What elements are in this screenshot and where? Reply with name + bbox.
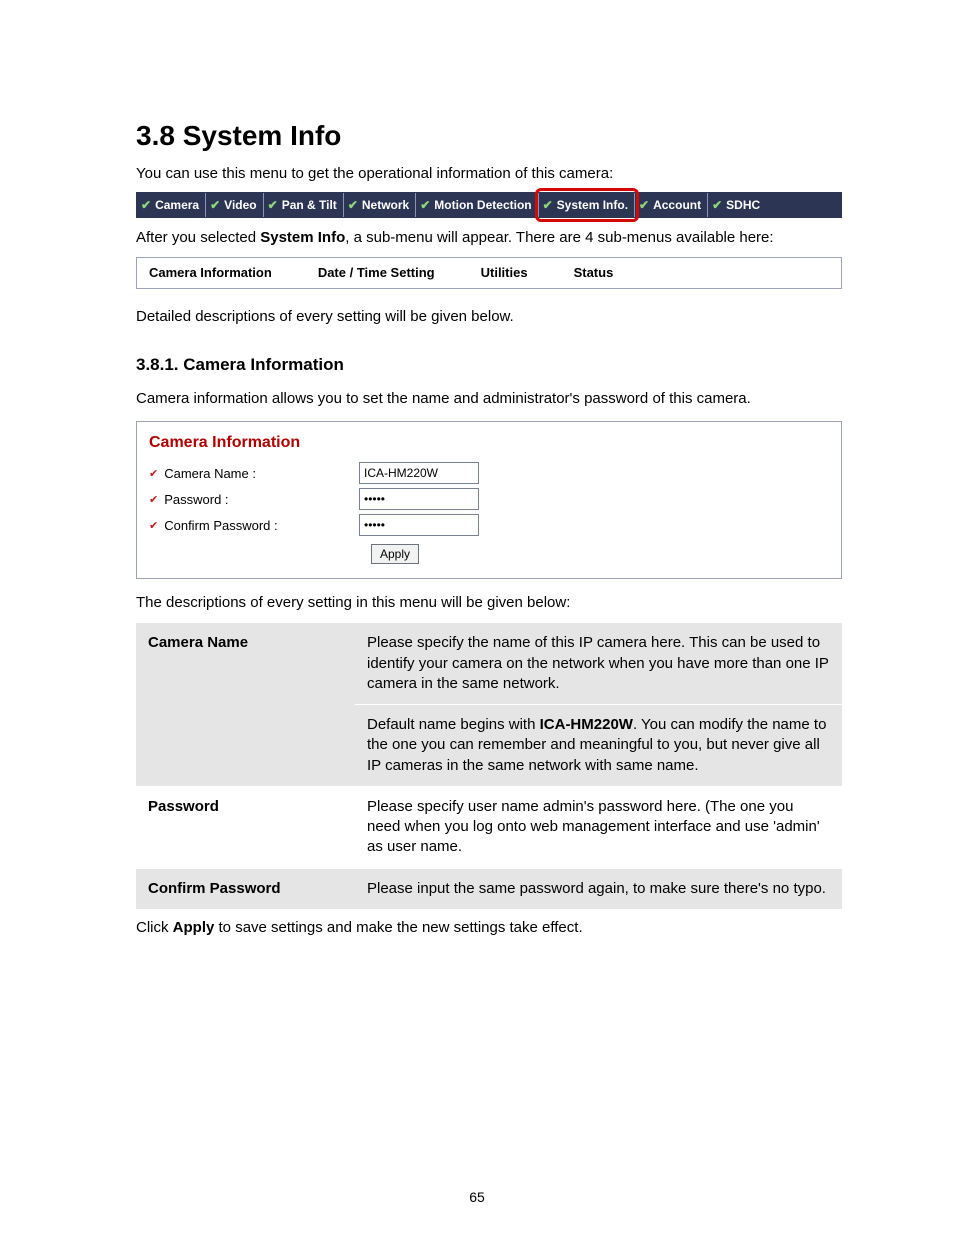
after-menu-text: After you selected System Info, a sub-me… <box>136 228 842 248</box>
form-row-confirm-password: ✔ Confirm Password : <box>149 514 829 536</box>
check-icon: ✔ <box>420 198 430 212</box>
menu-item-account[interactable]: ✔ Account <box>634 193 707 217</box>
menu-label: Motion Detection <box>434 198 531 212</box>
main-menu-bar: ✔ Camera ✔ Video ✔ Pan & Tilt ✔ Network … <box>136 192 842 218</box>
row-desc: Please specify the name of this IP camer… <box>355 623 842 704</box>
intro-text: You can use this menu to get the operati… <box>136 164 842 184</box>
table-row: Password Please specify user name admin'… <box>136 786 842 868</box>
label-text: Camera Name : <box>164 466 256 481</box>
check-icon: ✔ <box>543 198 553 212</box>
label-text: Confirm Password : <box>164 518 277 533</box>
detailed-line: Detailed descriptions of every setting w… <box>136 307 842 327</box>
menu-label: Video <box>224 198 256 212</box>
text: Click <box>136 919 173 936</box>
menu-item-network[interactable]: ✔ Network <box>343 193 415 217</box>
table-row: Camera Name Please specify the name of t… <box>136 623 842 704</box>
password-input[interactable] <box>359 488 479 510</box>
check-icon: ✔ <box>712 198 722 212</box>
menu-label: System Info. <box>557 198 628 212</box>
camera-name-input[interactable] <box>359 462 479 484</box>
form-row-password: ✔ Password : <box>149 488 829 510</box>
row-label-confirm-password: Confirm Password <box>136 868 355 909</box>
section-heading: 3.8 System Info <box>136 120 842 152</box>
menu-label: SDHC <box>726 198 760 212</box>
menu-label: Camera <box>155 198 199 212</box>
menu-label: Account <box>653 198 701 212</box>
check-icon: ✔ <box>141 198 151 212</box>
submenu-date-time-setting[interactable]: Date / Time Setting <box>306 265 469 280</box>
check-icon: ✔ <box>268 198 278 212</box>
menu-item-sdhc[interactable]: ✔ SDHC <box>707 193 766 217</box>
menu-item-motion-detection[interactable]: ✔ Motion Detection <box>415 193 537 217</box>
form-title: Camera Information <box>149 434 829 452</box>
check-icon: ✔ <box>639 198 649 212</box>
confirm-password-label: ✔ Confirm Password : <box>149 518 359 533</box>
check-icon: ✔ <box>210 198 220 212</box>
sub-menu-bar: Camera Information Date / Time Setting U… <box>136 257 842 289</box>
row-label-password: Password <box>136 786 355 868</box>
menu-label: Pan & Tilt <box>282 198 337 212</box>
page-number: 65 <box>0 1189 954 1205</box>
subsection-heading: 3.8.1. Camera Information <box>136 355 842 375</box>
table-row: Confirm Password Please input the same p… <box>136 868 842 909</box>
submenu-utilities[interactable]: Utilities <box>469 265 562 280</box>
menu-item-video[interactable]: ✔ Video <box>205 193 263 217</box>
row-desc: Please specify user name admin's passwor… <box>355 786 842 868</box>
menu-item-pan-tilt[interactable]: ✔ Pan & Tilt <box>263 193 343 217</box>
apply-row: Apply <box>371 544 829 564</box>
confirm-password-input[interactable] <box>359 514 479 536</box>
text: , a sub-menu will appear. There are 4 su… <box>345 229 773 246</box>
row-desc: Please input the same password again, to… <box>355 868 842 909</box>
submenu-camera-information[interactable]: Camera Information <box>137 265 306 280</box>
check-icon: ✔ <box>149 519 158 532</box>
submenu-status[interactable]: Status <box>562 265 648 280</box>
form-row-camera-name: ✔ Camera Name : <box>149 462 829 484</box>
check-icon: ✔ <box>348 198 358 212</box>
bold-text: ICA-HM220W <box>540 716 633 733</box>
camera-information-form: Camera Information ✔ Camera Name : ✔ Pas… <box>136 421 842 579</box>
text: to save settings and make the new settin… <box>214 919 582 936</box>
check-icon: ✔ <box>149 493 158 506</box>
desc-intro: The descriptions of every setting in thi… <box>136 593 842 613</box>
menu-item-system-info[interactable]: ✔ System Info. <box>538 193 634 217</box>
settings-description-table: Camera Name Please specify the name of t… <box>136 623 842 910</box>
bold-text: System Info <box>260 229 345 246</box>
menu-label: Network <box>362 198 409 212</box>
row-label-camera-name: Camera Name <box>136 623 355 786</box>
check-icon: ✔ <box>149 467 158 480</box>
closing-text: Click Apply to save settings and make th… <box>136 918 842 938</box>
subsection-intro: Camera information allows you to set the… <box>136 389 842 409</box>
camera-name-label: ✔ Camera Name : <box>149 466 359 481</box>
row-desc: Default name begins with ICA-HM220W. You… <box>355 705 842 787</box>
bold-text: Apply <box>173 919 215 936</box>
password-label: ✔ Password : <box>149 492 359 507</box>
label-text: Password : <box>164 492 228 507</box>
menu-item-camera[interactable]: ✔ Camera <box>137 193 205 217</box>
text: Default name begins with <box>367 716 540 733</box>
apply-button[interactable]: Apply <box>371 544 419 564</box>
text: After you selected <box>136 229 260 246</box>
